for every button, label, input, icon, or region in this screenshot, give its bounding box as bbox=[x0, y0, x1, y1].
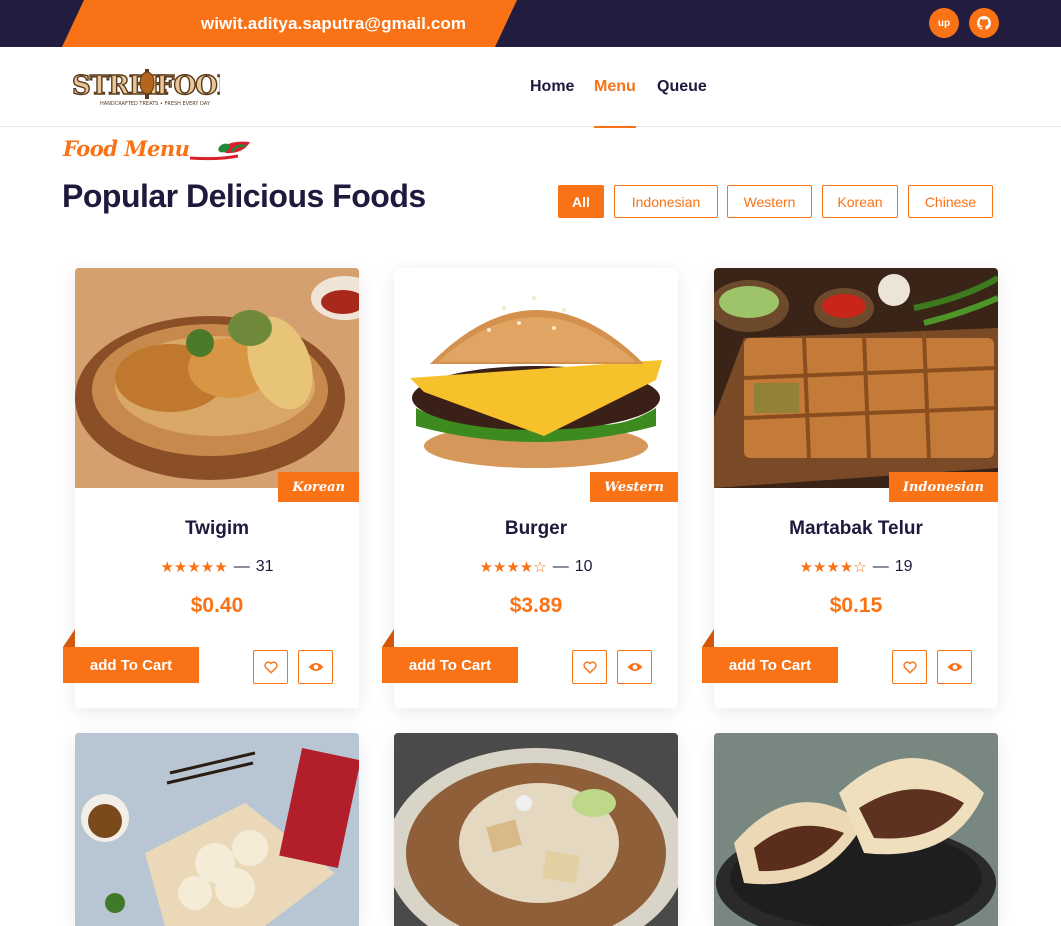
filter-all[interactable]: All bbox=[558, 185, 604, 218]
main-navbar: STREE FOOD HANDCRAFTED TREATS • FRESH EV… bbox=[0, 47, 1061, 128]
food-card bbox=[75, 733, 359, 926]
food-name[interactable]: Twigim bbox=[75, 518, 359, 540]
food-price: $3.89 bbox=[509, 594, 563, 617]
github-glyph bbox=[977, 16, 991, 30]
heart-icon bbox=[582, 660, 597, 674]
filter-indonesian[interactable]: Indonesian bbox=[614, 185, 718, 218]
github-icon[interactable] bbox=[969, 8, 999, 38]
ribbon-fold bbox=[382, 629, 394, 647]
eye-icon bbox=[627, 663, 642, 671]
eye-icon bbox=[947, 663, 962, 671]
bao-dumplings-image[interactable] bbox=[75, 733, 359, 926]
review-count: 31 bbox=[255, 558, 274, 575]
category-tag: Indonesian bbox=[888, 472, 998, 502]
top-bar: wiwit.aditya.saputra@gmail.com up bbox=[0, 0, 1061, 47]
ribbon-fold bbox=[63, 629, 75, 647]
food-price: $0.40 bbox=[190, 594, 244, 617]
rating-separator: — bbox=[872, 558, 889, 575]
category-tag: Korean bbox=[278, 472, 359, 502]
food-card: Indonesian Martabak Telur ★★★★☆ — 19 $0.… bbox=[702, 268, 998, 708]
view-button[interactable] bbox=[937, 650, 972, 684]
review-count: 19 bbox=[894, 558, 913, 575]
section-eyebrow: Food Menu bbox=[63, 136, 190, 161]
favorite-button[interactable] bbox=[253, 650, 288, 684]
upwork-icon[interactable]: up bbox=[929, 8, 959, 38]
burger-image[interactable] bbox=[394, 268, 678, 488]
food-card: Western Burger ★★★★☆ — 10 $3.89 add To C… bbox=[382, 268, 678, 708]
food-name[interactable]: Burger bbox=[394, 518, 678, 540]
rating-separator: — bbox=[233, 558, 250, 575]
favorite-button[interactable] bbox=[572, 650, 607, 684]
rating: ★★★★★ — 31 bbox=[75, 558, 359, 576]
gua-bao-image[interactable] bbox=[714, 733, 998, 926]
twigim-image[interactable] bbox=[75, 268, 359, 488]
nav-menu[interactable]: Menu bbox=[594, 47, 636, 128]
add-to-cart-button[interactable]: add To Cart bbox=[63, 647, 199, 683]
martabak-telur-image[interactable] bbox=[714, 268, 998, 488]
heart-icon bbox=[263, 660, 278, 674]
leaf-divider-icon bbox=[189, 141, 250, 161]
food-price: $0.15 bbox=[829, 594, 883, 617]
filter-western[interactable]: Western bbox=[727, 185, 812, 218]
ribbon-fold bbox=[702, 629, 714, 647]
star-rating-icon: ★★★★☆ bbox=[799, 559, 867, 576]
review-count: 10 bbox=[574, 558, 593, 575]
filter-korean[interactable]: Korean bbox=[822, 185, 898, 218]
food-card bbox=[714, 733, 998, 926]
upwork-label: up bbox=[937, 17, 951, 29]
food-card bbox=[394, 733, 678, 926]
page-title: Popular Delicious Foods bbox=[62, 178, 426, 214]
favorite-button[interactable] bbox=[892, 650, 927, 684]
filter-chinese[interactable]: Chinese bbox=[908, 185, 993, 218]
view-button[interactable] bbox=[298, 650, 333, 684]
svg-text:HANDCRAFTED TREATS • FRESH EVE: HANDCRAFTED TREATS • FRESH EVERY DAY bbox=[100, 101, 211, 107]
street-food-logo[interactable]: STREE FOOD HANDCRAFTED TREATS • FRESH EV… bbox=[70, 65, 220, 109]
rating: ★★★★☆ — 10 bbox=[394, 558, 678, 576]
rating-separator: — bbox=[552, 558, 569, 575]
food-card: Korean Twigim ★★★★★ — 31 $0.40 add To Ca… bbox=[63, 268, 359, 708]
heart-icon bbox=[902, 660, 917, 674]
ketoprak-image[interactable] bbox=[394, 733, 678, 926]
eye-icon bbox=[308, 663, 323, 671]
star-rating-icon: ★★★★★ bbox=[160, 559, 228, 576]
food-name[interactable]: Martabak Telur bbox=[714, 518, 998, 540]
contact-email[interactable]: wiwit.aditya.saputra@gmail.com bbox=[0, 0, 1061, 47]
category-tag: Western bbox=[590, 472, 678, 502]
star-rating-icon: ★★★★☆ bbox=[479, 559, 547, 576]
nav-queue[interactable]: Queue bbox=[657, 47, 707, 127]
add-to-cart-button[interactable]: add To Cart bbox=[702, 647, 838, 683]
svg-text:FOOD: FOOD bbox=[156, 71, 220, 101]
view-button[interactable] bbox=[617, 650, 652, 684]
add-to-cart-button[interactable]: add To Cart bbox=[382, 647, 518, 683]
rating: ★★★★☆ — 19 bbox=[714, 558, 998, 576]
nav-home[interactable]: Home bbox=[530, 47, 574, 127]
